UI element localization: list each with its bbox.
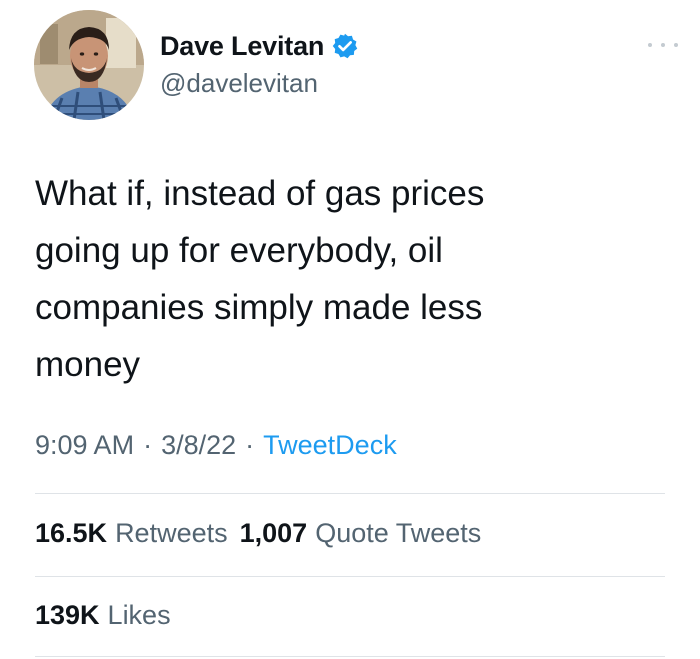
likes-label: Likes — [107, 600, 171, 630]
divider — [35, 576, 665, 577]
tweet-meta: 9:09 AM · 3/8/22 · TweetDeck — [35, 430, 397, 461]
avatar[interactable] — [34, 10, 144, 120]
verified-badge-icon — [331, 32, 359, 60]
meta-separator: · — [143, 430, 153, 460]
avatar-photo — [34, 10, 144, 120]
tweet-time[interactable]: 9:09 AM — [35, 430, 134, 461]
likes-stat[interactable]: 139K Likes — [35, 600, 171, 631]
quote-tweets-count: 1,007 — [239, 518, 308, 548]
divider — [35, 493, 665, 494]
more-options-icon[interactable] — [648, 38, 678, 52]
author-display-name[interactable]: Dave Levitan — [160, 31, 324, 62]
likes-stats-row: 139K Likes — [35, 600, 183, 631]
retweets-stat[interactable]: 16.5K Retweets — [35, 518, 228, 549]
tweet-date[interactable]: 3/8/22 — [161, 430, 236, 461]
meta-separator: · — [245, 430, 255, 460]
author-name-row[interactable]: Dave Levitan — [160, 28, 359, 64]
tweet-source-link[interactable]: TweetDeck — [263, 430, 397, 461]
divider — [35, 656, 665, 657]
retweets-count: 16.5K — [35, 518, 108, 548]
tweet-card: Dave Levitan @davelevitan What if, inste… — [0, 0, 700, 659]
likes-count: 139K — [35, 600, 100, 630]
quote-tweets-stat[interactable]: 1,007 Quote Tweets — [240, 518, 482, 549]
quote-tweets-label: Quote Tweets — [315, 518, 482, 548]
engagement-stats-row: 16.5K Retweets 1,007 Quote Tweets — [35, 518, 493, 549]
author-handle[interactable]: @davelevitan — [160, 68, 318, 99]
retweets-label: Retweets — [115, 518, 228, 548]
tweet-text: What if, instead of gas prices going up … — [35, 174, 485, 384]
